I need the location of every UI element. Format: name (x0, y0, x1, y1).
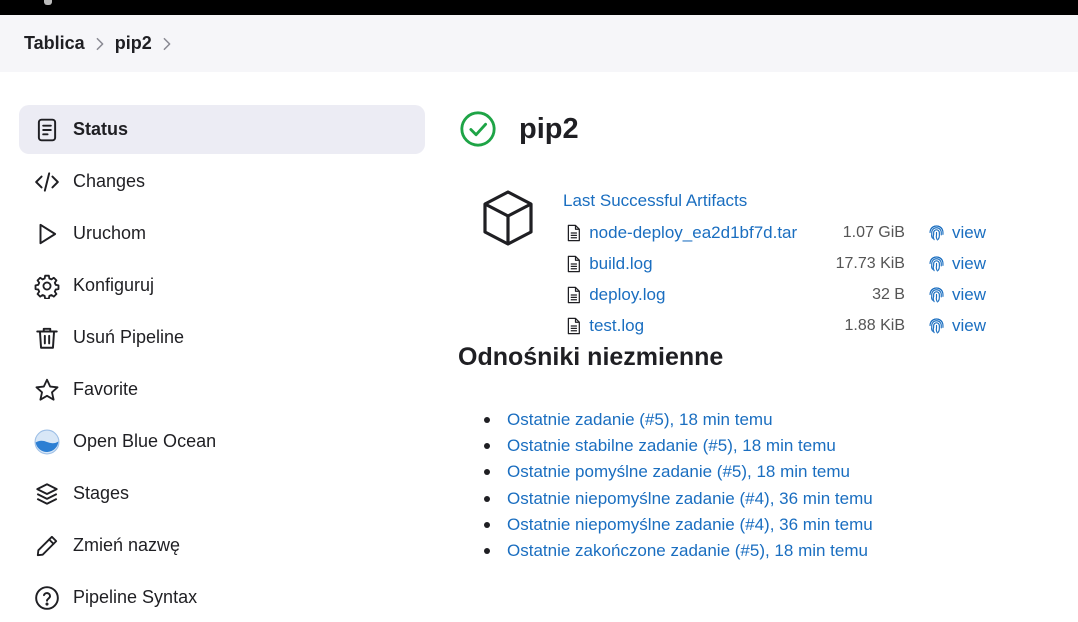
permalink-item: Ostatnie zadanie (#5), 18 min temu (484, 407, 873, 433)
sidebar-item-label: Favorite (73, 379, 139, 399)
artifact-view-link[interactable]: view (927, 285, 986, 305)
sidebar-item-konfiguruj[interactable]: Konfiguruj (19, 261, 425, 310)
sidebar-item-usun-pipeline[interactable]: Usuń Pipeline (19, 313, 425, 362)
code-icon (33, 168, 61, 196)
bullet (484, 469, 490, 476)
layers-icon (33, 480, 61, 508)
main-panel: pip2 Last Successful Artifacts node-depl… (458, 105, 1058, 560)
bullet (484, 417, 490, 424)
artifact-list: node-deploy_ea2d1bf7d.tar 1.07 GiB view … (566, 217, 986, 341)
document-icon (33, 116, 61, 144)
permalink-link[interactable]: Ostatnie niepomyślne zadanie (#4), 36 mi… (507, 489, 873, 509)
permalink-item: Ostatnie zakończone zadanie (#5), 18 min… (484, 538, 873, 564)
permalink-link[interactable]: Ostatnie zadanie (#5), 18 min temu (507, 410, 773, 430)
bullet (484, 443, 490, 450)
fingerprint-icon (929, 318, 944, 334)
permalink-link[interactable]: Ostatnie stabilne zadanie (#5), 18 min t… (507, 436, 836, 456)
view-label: view (951, 222, 986, 242)
fingerprint-icon (929, 256, 944, 272)
file-icon (567, 286, 580, 303)
play-icon (33, 220, 61, 248)
fingerprint-icon (929, 287, 944, 303)
bullet (484, 521, 490, 528)
permalinks-heading: Odnośniki niezmienne (458, 343, 724, 371)
sidebar-item-label: Pipeline Syntax (73, 587, 198, 607)
sidebar-item-uruchom[interactable]: Uruchom (19, 209, 425, 258)
artifact-row: node-deploy_ea2d1bf7d.tar 1.07 GiB view (566, 217, 986, 248)
pencil-icon (33, 532, 61, 560)
artifact-file-link[interactable]: deploy.log (589, 285, 810, 305)
view-label: view (951, 253, 986, 273)
artifact-view-link[interactable]: view (927, 254, 986, 274)
package-icon (483, 190, 533, 246)
sidebar-item-label: Usuń Pipeline (73, 327, 185, 347)
artifact-file-size: 32 B (872, 285, 905, 303)
artifact-file-link[interactable]: node-deploy_ea2d1bf7d.tar (589, 223, 810, 243)
sidebar-item-changes[interactable]: Changes (19, 157, 425, 206)
view-label: view (951, 284, 986, 304)
file-icon (567, 224, 580, 241)
artifact-file-size: 17.73 KiB (835, 254, 905, 272)
trash-icon (33, 324, 61, 352)
permalink-item: Ostatnie niepomyślne zadanie (#4), 36 mi… (484, 512, 873, 538)
permalink-link[interactable]: Ostatnie pomyślne zadanie (#5), 18 min t… (507, 462, 850, 482)
success-check-icon (460, 111, 496, 147)
file-icon (567, 317, 580, 334)
view-label: view (951, 315, 986, 335)
fingerprint-icon (929, 225, 944, 241)
artifact-view-link[interactable]: view (927, 316, 986, 336)
chevron-right-icon[interactable] (152, 37, 182, 51)
sidebar-item-pipeline-syntax[interactable]: Pipeline Syntax (19, 573, 425, 622)
artifact-file-link[interactable]: test.log (589, 316, 810, 336)
sidebar: Status Changes Uruchom Konfiguruj Usuń P… (19, 105, 425, 622)
sidebar-item-label: Changes (73, 171, 146, 191)
file-icon (567, 255, 580, 272)
breadcrumb-item-pip2[interactable]: pip2 (115, 33, 152, 54)
artifact-view-link[interactable]: view (927, 223, 986, 243)
bullet (484, 548, 490, 555)
sidebar-item-open-blue-ocean[interactable]: Open Blue Ocean (19, 417, 425, 466)
breadcrumb: Tablica pip2 (0, 15, 1078, 72)
sidebar-item-label: Konfiguruj (73, 275, 155, 295)
sidebar-item-stages[interactable]: Stages (19, 469, 425, 518)
artifact-row: deploy.log 32 B view (566, 279, 986, 310)
last-successful-artifacts-link[interactable]: Last Successful Artifacts (563, 191, 747, 211)
sidebar-item-label: Open Blue Ocean (73, 431, 217, 451)
page-title: pip2 (519, 112, 579, 145)
sidebar-item-label: Zmień nazwę (73, 535, 181, 555)
artifact-file-size: 1.07 GiB (842, 223, 905, 241)
top-bar (0, 0, 1078, 15)
permalink-item: Ostatnie niepomyślne zadanie (#4), 36 mi… (484, 486, 873, 512)
permalink-link[interactable]: Ostatnie zakończone zadanie (#5), 18 min… (507, 541, 868, 561)
top-bar-glyph (44, 0, 52, 5)
chevron-right-icon[interactable] (85, 37, 115, 51)
blue-ocean-icon (33, 428, 61, 456)
bullet (484, 495, 490, 502)
sidebar-item-zmien-nazwe[interactable]: Zmień nazwę (19, 521, 425, 570)
artifact-row: build.log 17.73 KiB view (566, 248, 986, 279)
permalink-item: Ostatnie pomyślne zadanie (#5), 18 min t… (484, 459, 873, 485)
star-icon (33, 376, 61, 404)
artifact-file-size: 1.88 KiB (844, 316, 905, 334)
sidebar-item-label: Stages (73, 483, 130, 503)
help-icon (33, 584, 61, 612)
permalink-link[interactable]: Ostatnie niepomyślne zadanie (#4), 36 mi… (507, 515, 873, 535)
sidebar-item-label: Uruchom (73, 223, 147, 243)
permalinks-list: Ostatnie zadanie (#5), 18 min temu Ostat… (484, 407, 873, 564)
artifact-file-link[interactable]: build.log (589, 254, 810, 274)
page-header: pip2 (458, 105, 1058, 153)
breadcrumb-item-tablica[interactable]: Tablica (24, 33, 85, 54)
sidebar-item-label: Status (73, 119, 129, 139)
sidebar-item-favorite[interactable]: Favorite (19, 365, 425, 414)
sidebar-item-status[interactable]: Status (19, 105, 425, 154)
gear-icon (33, 272, 61, 300)
artifact-row: test.log 1.88 KiB view (566, 310, 986, 341)
permalink-item: Ostatnie stabilne zadanie (#5), 18 min t… (484, 433, 873, 459)
